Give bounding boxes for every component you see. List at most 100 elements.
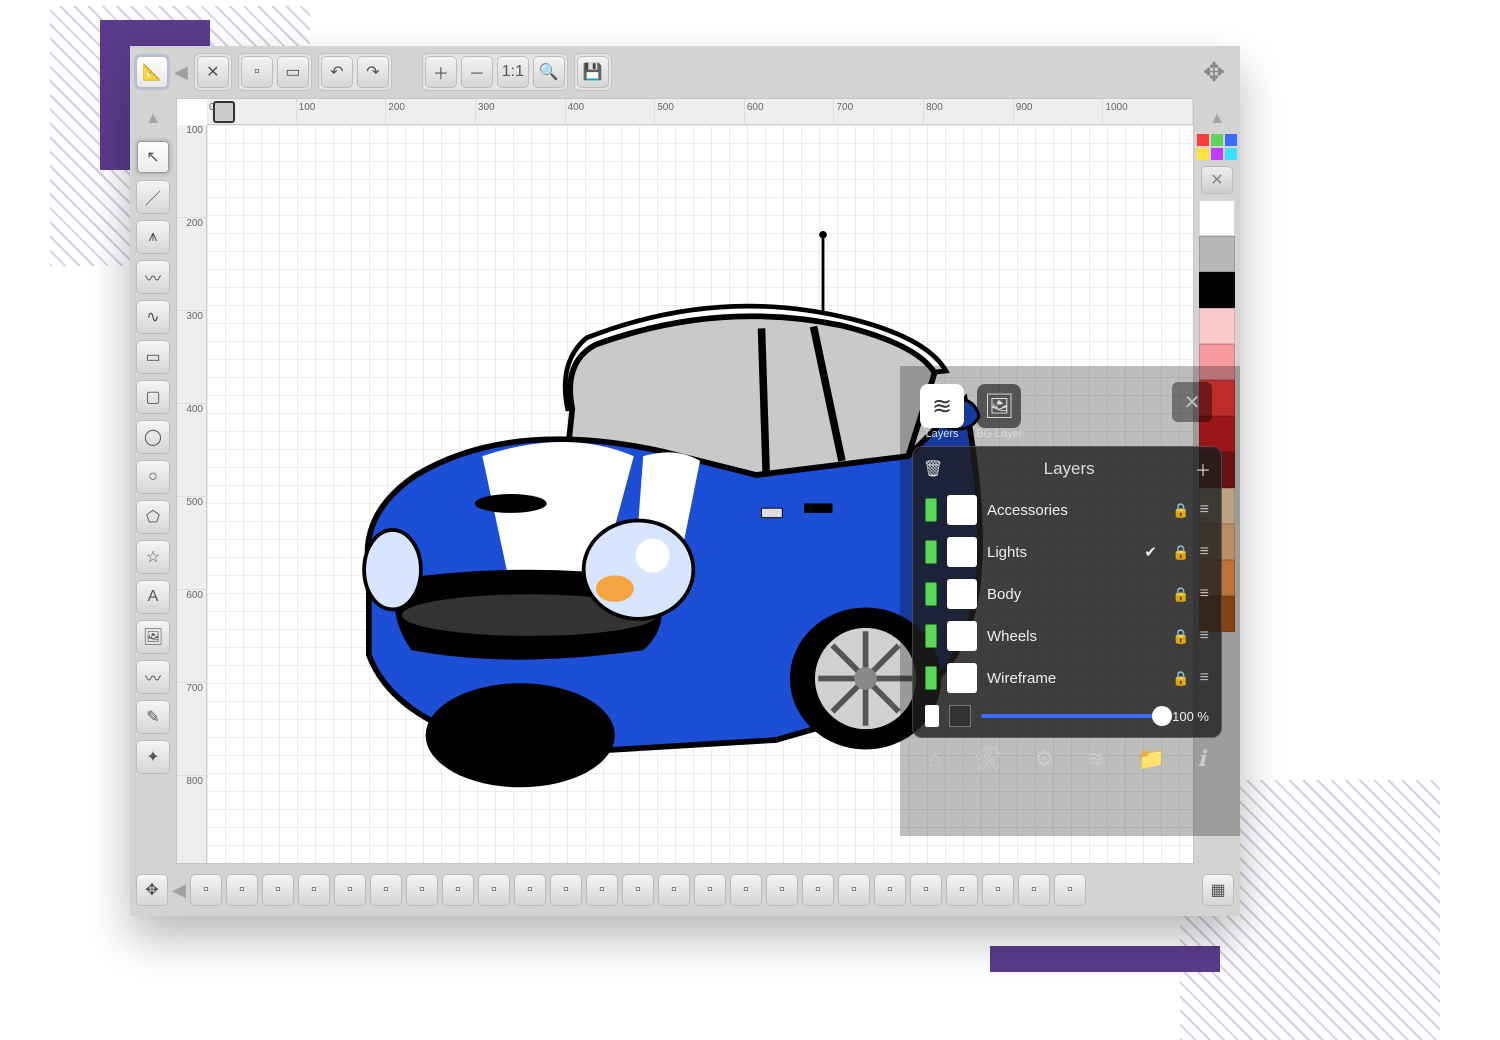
files-button[interactable]: 📁 [1138, 746, 1165, 772]
grid-toggle-button[interactable]: ▦ [1202, 874, 1234, 906]
curve-tool[interactable]: 〰 [136, 260, 170, 294]
settings-button[interactable]: ⚙ [1034, 746, 1054, 772]
polyline-tool[interactable]: ⩚ [136, 220, 170, 254]
mask-button[interactable]: ▫ [262, 874, 294, 906]
flip-h-button[interactable]: ▫ [406, 874, 438, 906]
layer-options-icon[interactable]: ≡ [1200, 627, 1209, 645]
zoom-actual-button[interactable]: 1:1 [497, 56, 529, 88]
flip-v-button[interactable]: ▫ [442, 874, 474, 906]
color-swatch[interactable] [1199, 236, 1235, 272]
bezier-tool[interactable]: ∿ [136, 300, 170, 334]
align-left-button[interactable]: ▫ [478, 874, 510, 906]
swatch-close-button[interactable]: ✕ [1201, 166, 1233, 194]
line-tool[interactable]: ／ [136, 180, 170, 214]
rotate-right-button[interactable]: ▫ [874, 874, 906, 906]
image-tool[interactable]: 🖼 [136, 620, 170, 654]
align-center-h-button[interactable]: ▫ [514, 874, 546, 906]
layer-options-icon[interactable]: ≡ [1200, 669, 1209, 687]
layer-visibility-toggle[interactable] [925, 540, 937, 564]
layer-options-icon[interactable]: ≡ [1200, 585, 1209, 603]
align-right-button[interactable]: ▫ [550, 874, 582, 906]
layers-tab[interactable]: ≋ Layers [920, 384, 964, 440]
bottom-back-arrow-icon[interactable]: ◀ [172, 880, 186, 901]
ruler-origin-marker[interactable] [213, 101, 235, 123]
boolean-subtract-button[interactable]: ▫ [946, 874, 978, 906]
layer-visibility-toggle[interactable] [925, 582, 937, 606]
group-button[interactable]: ▫ [190, 874, 222, 906]
swatch-scroll-up-icon[interactable]: ▲ [1209, 110, 1225, 128]
open-document-button[interactable]: ▭ [277, 56, 309, 88]
add-layer-button[interactable]: ＋ [1195, 457, 1211, 481]
ruler-toggle-button[interactable]: 📐 [136, 56, 168, 88]
spacing-v-button[interactable]: ▫ [802, 874, 834, 906]
color-swatch[interactable] [1199, 308, 1235, 344]
color-swatch[interactable] [1199, 272, 1235, 308]
opacity-swatch[interactable] [925, 705, 939, 727]
blend-mode-button[interactable] [949, 705, 971, 727]
rotate-left-button[interactable]: ▫ [838, 874, 870, 906]
align-center-v-button[interactable]: ▫ [622, 874, 654, 906]
hud-close-button[interactable]: ✕ [1172, 382, 1212, 422]
layer-options-icon[interactable]: ≡ [1200, 543, 1209, 561]
scroll-up-icon[interactable]: ▲ [145, 110, 161, 128]
move-control-icon[interactable]: ✥ [136, 874, 168, 906]
align-bottom-button[interactable]: ▫ [658, 874, 690, 906]
bring-front-button[interactable]: ▫ [370, 874, 402, 906]
back-arrow-icon[interactable]: ◀ [174, 62, 188, 83]
info-button[interactable]: ℹ [1197, 746, 1205, 772]
zoom-selection-button[interactable]: 🔍 [533, 56, 565, 88]
tools-button[interactable]: 🛠 [974, 746, 1002, 772]
corner-round-button[interactable]: ▫ [1018, 874, 1050, 906]
pan-control-icon[interactable]: ✥ [1194, 52, 1234, 92]
opacity-slider-knob[interactable] [1152, 706, 1172, 726]
palette-preview-icon[interactable] [1197, 134, 1237, 160]
corner-sharp-button[interactable]: ▫ [1054, 874, 1086, 906]
layer-lock-icon[interactable]: 🔒 [1172, 586, 1189, 603]
opacity-slider[interactable] [981, 714, 1162, 718]
layer-lock-icon[interactable]: 🔒 [1172, 670, 1189, 687]
polygon-tool[interactable]: ⬠ [136, 500, 170, 534]
zoom-in-button[interactable]: ＋ [425, 56, 457, 88]
layer-row[interactable]: Wireframe🔒≡ [923, 657, 1211, 699]
home-button[interactable]: ⌂ [928, 746, 941, 772]
save-button[interactable]: 💾 [577, 56, 609, 88]
spacing-h-button[interactable]: ▫ [766, 874, 798, 906]
freehand-tool[interactable]: 〰 [136, 660, 170, 694]
boolean-union-button[interactable]: ▫ [910, 874, 942, 906]
delete-layer-button[interactable]: 🗑 [923, 459, 943, 479]
layer-row[interactable]: Wheels🔒≡ [923, 615, 1211, 657]
layer-lock-icon[interactable]: 🔒 [1172, 544, 1189, 561]
layer-lock-icon[interactable]: 🔒 [1172, 502, 1189, 519]
pen-tool[interactable]: ✎ [136, 700, 170, 734]
layers-button[interactable]: ≋ [1087, 746, 1105, 772]
redo-button[interactable]: ↷ [357, 56, 389, 88]
layer-row[interactable]: Accessories🔒≡ [923, 489, 1211, 531]
rounded-rectangle-tool[interactable]: ▢ [136, 380, 170, 414]
ungroup-button[interactable]: ▫ [226, 874, 258, 906]
new-document-button[interactable]: ▫ [241, 56, 273, 88]
bg-layer-tab[interactable]: 🖼 BG Layer [976, 384, 1022, 440]
layer-options-icon[interactable]: ≡ [1200, 501, 1209, 519]
close-document-button[interactable]: ✕ [197, 56, 229, 88]
color-swatch[interactable] [1199, 200, 1235, 236]
clip-button[interactable]: ▫ [298, 874, 330, 906]
layer-visibility-toggle[interactable] [925, 666, 937, 690]
ellipse-tool[interactable]: ◯ [136, 420, 170, 454]
rectangle-tool[interactable]: ▭ [136, 340, 170, 374]
boolean-intersect-button[interactable]: ▫ [982, 874, 1014, 906]
star-tool[interactable]: ☆ [136, 540, 170, 574]
text-tool[interactable]: A [136, 580, 170, 614]
distribute-h-button[interactable]: ▫ [694, 874, 726, 906]
layer-visibility-toggle[interactable] [925, 498, 937, 522]
align-top-button[interactable]: ▫ [586, 874, 618, 906]
layer-lock-icon[interactable]: 🔒 [1172, 628, 1189, 645]
layer-visibility-toggle[interactable] [925, 624, 937, 648]
layer-row[interactable]: Body🔒≡ [923, 573, 1211, 615]
select-tool[interactable]: ↖ [136, 140, 170, 174]
undo-button[interactable]: ↶ [321, 56, 353, 88]
distribute-v-button[interactable]: ▫ [730, 874, 762, 906]
send-back-button[interactable]: ▫ [334, 874, 366, 906]
zoom-out-button[interactable]: － [461, 56, 493, 88]
layer-row[interactable]: Lights✔🔒≡ [923, 531, 1211, 573]
path-tool[interactable]: ✦ [136, 740, 170, 774]
